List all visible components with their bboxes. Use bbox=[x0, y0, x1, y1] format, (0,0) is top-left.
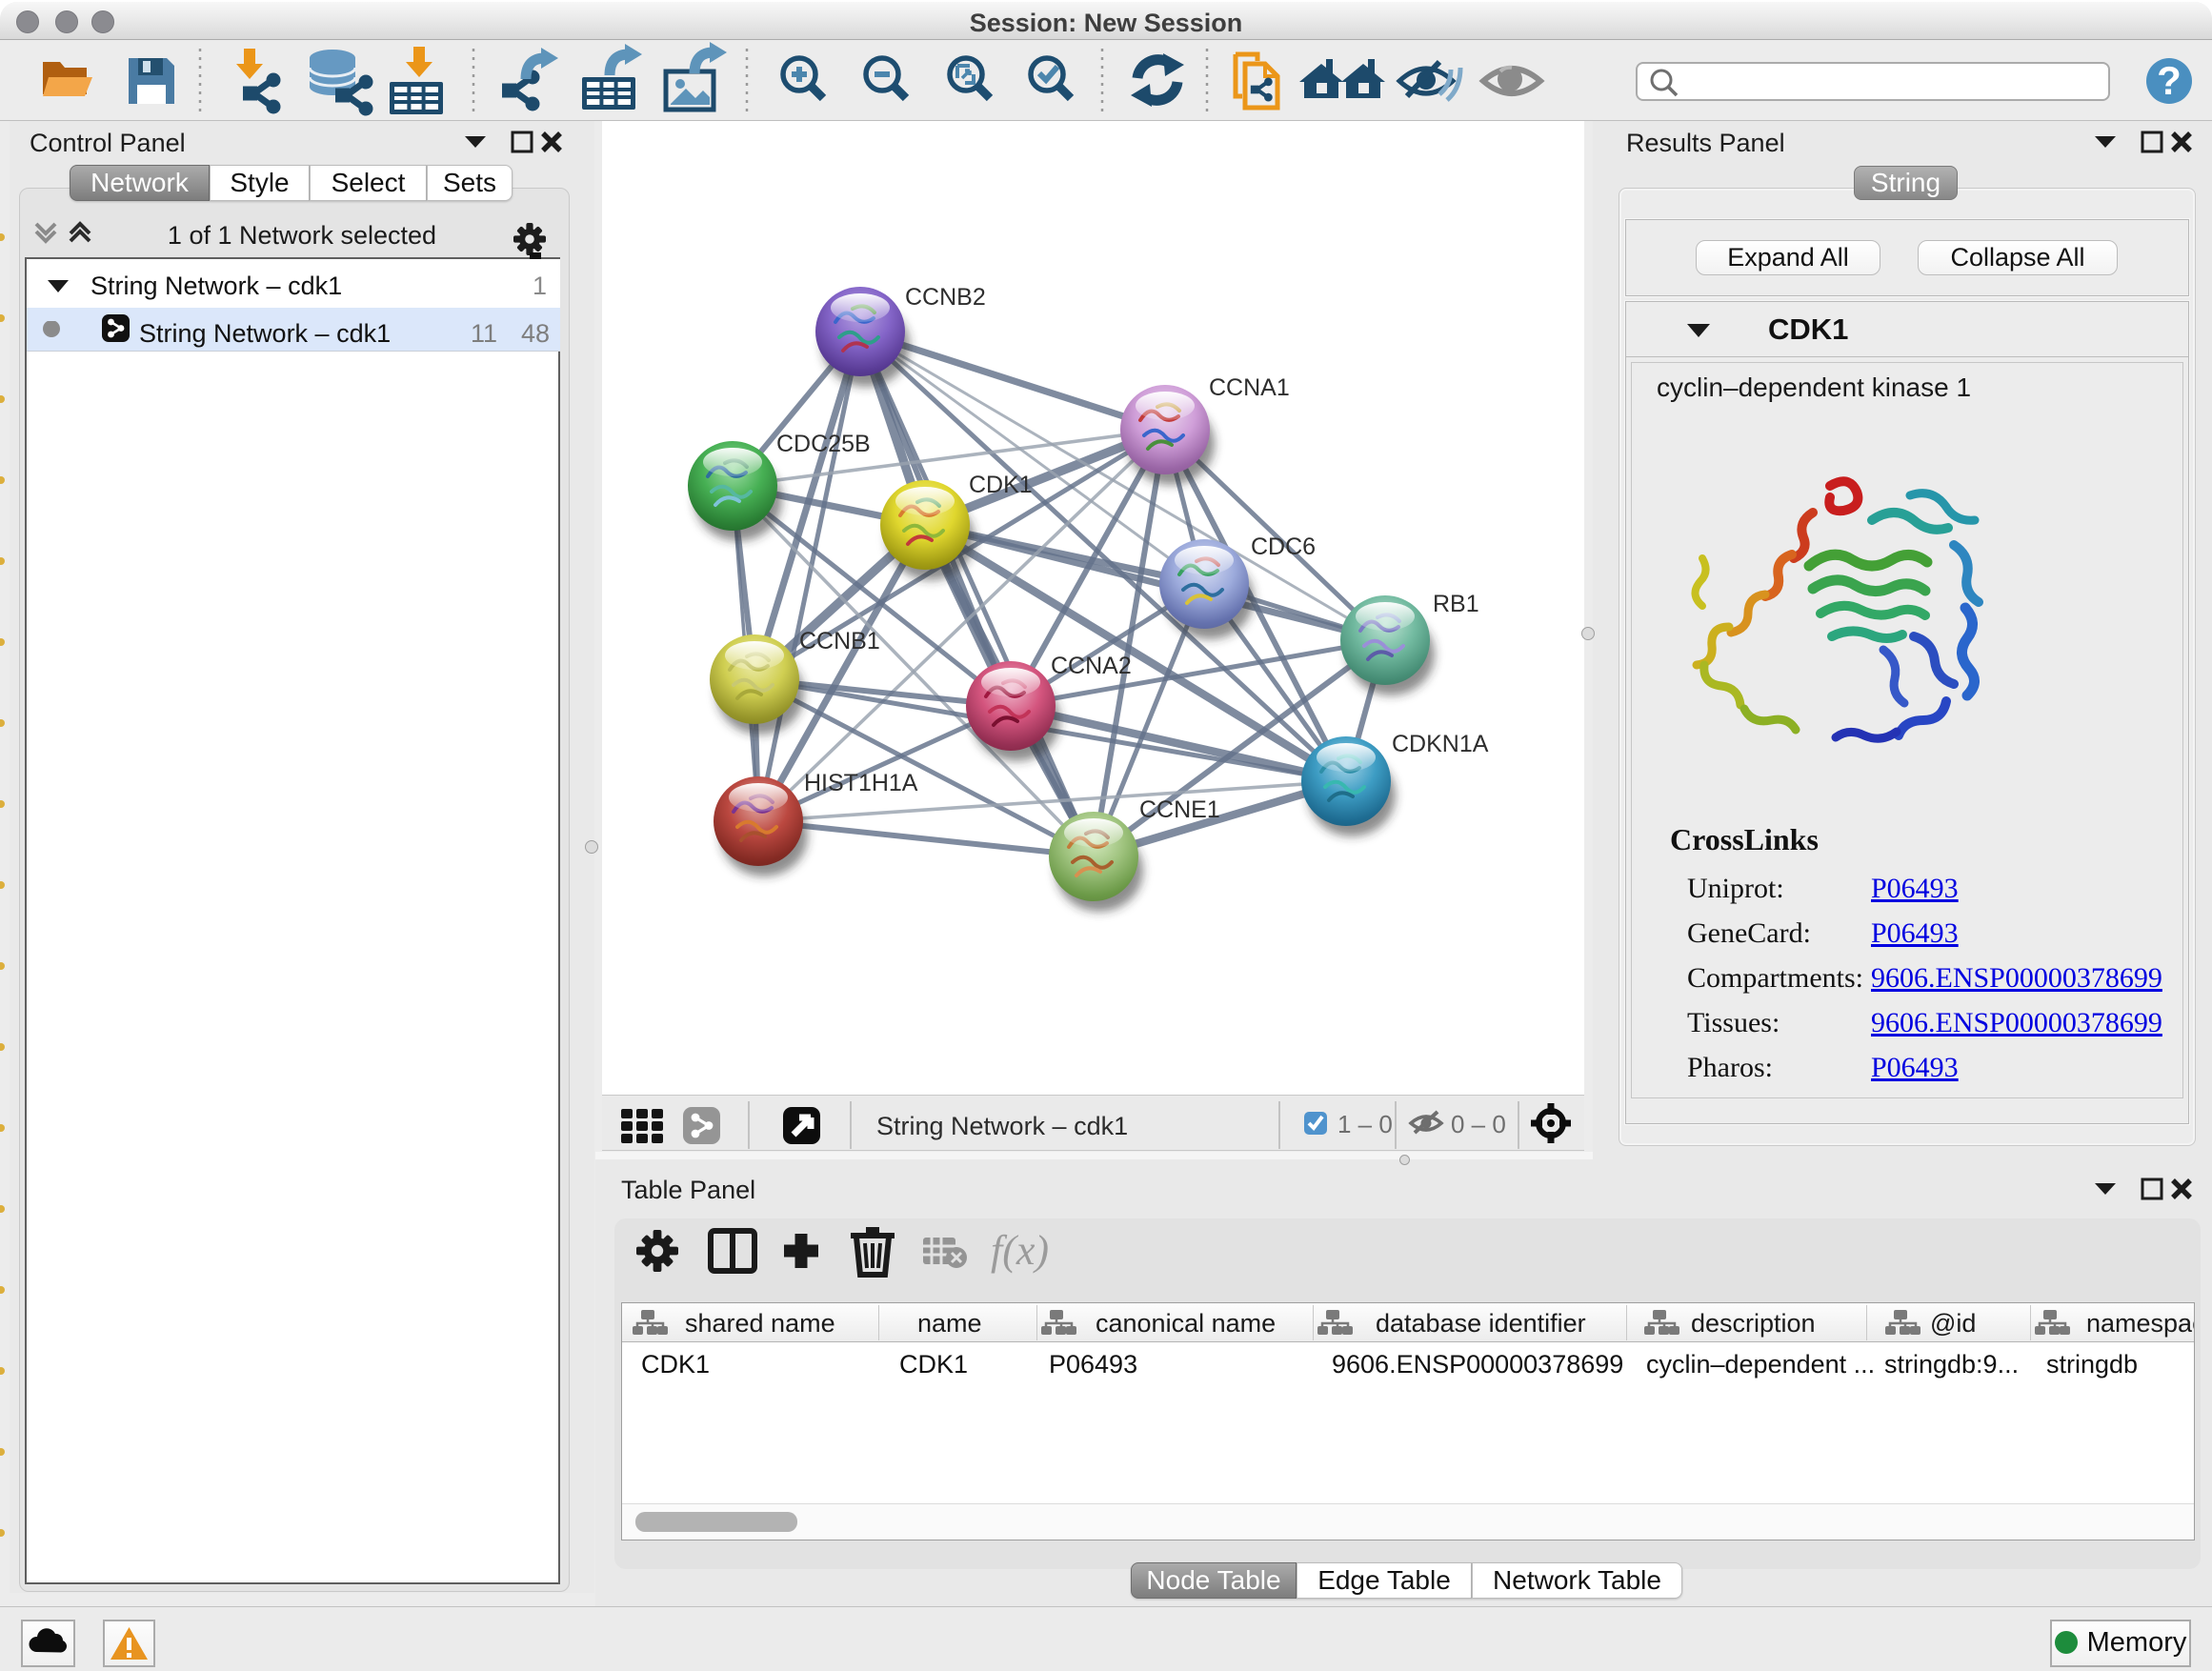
svg-text:CDKN1A: CDKN1A bbox=[1392, 731, 1489, 757]
svg-text:f(x): f(x) bbox=[991, 1227, 1049, 1274]
svg-text:CCNB2: CCNB2 bbox=[905, 284, 986, 311]
svg-text:CDC6: CDC6 bbox=[1251, 534, 1316, 560]
svg-text:CCNA2: CCNA2 bbox=[1051, 653, 1132, 679]
svg-text:0 – 0: 0 – 0 bbox=[1451, 1110, 1506, 1138]
svg-text:HIST1H1A: HIST1H1A bbox=[804, 770, 918, 796]
svg-text:?: ? bbox=[2157, 58, 2182, 103]
svg-text:CCNE1: CCNE1 bbox=[1139, 796, 1220, 823]
svg-text:String Network – cdk1: String Network – cdk1 bbox=[876, 1112, 1128, 1140]
svg-text:CDK1: CDK1 bbox=[969, 472, 1033, 498]
svg-text:CCNB1: CCNB1 bbox=[799, 628, 880, 654]
svg-text:1 – 0: 1 – 0 bbox=[1337, 1110, 1393, 1138]
svg-text:CCNA1: CCNA1 bbox=[1209, 374, 1290, 401]
svg-text:RB1: RB1 bbox=[1433, 591, 1479, 617]
svg-text:CDC25B: CDC25B bbox=[776, 431, 871, 457]
